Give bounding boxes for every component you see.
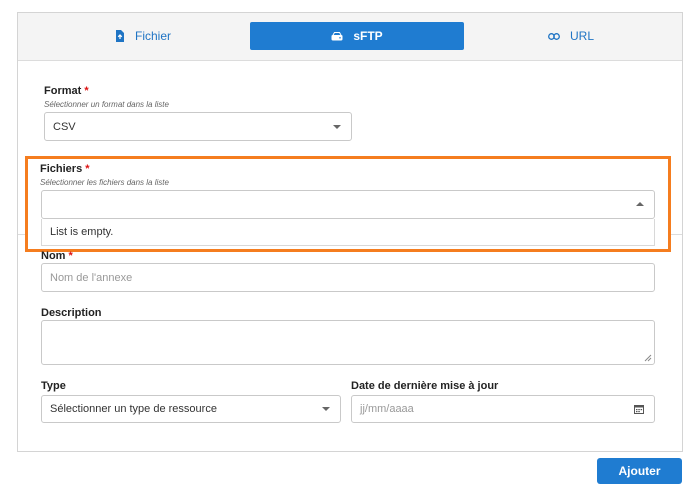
tab-fichier[interactable]: Fichier — [36, 22, 250, 50]
link-icon — [548, 32, 560, 40]
server-icon — [331, 31, 343, 41]
tab-fichier-label: Fichier — [134, 29, 171, 43]
format-hint: Sélectionner un format dans la liste — [44, 100, 169, 109]
type-select[interactable]: Sélectionner un type de ressource — [41, 395, 341, 423]
format-select-value: CSV — [53, 120, 76, 133]
type-label: Type — [41, 380, 66, 392]
description-label: Description — [41, 307, 102, 319]
fichiers-select[interactable] — [41, 190, 655, 219]
format-label-text: Format — [44, 85, 82, 97]
source-tabbar: Fichier sFTP URL — [18, 13, 682, 61]
add-button[interactable]: Ajouter — [597, 458, 682, 484]
format-label: Format * — [44, 85, 89, 97]
date-label: Date de dernière mise à jour — [351, 380, 499, 392]
description-textarea[interactable] — [41, 320, 655, 365]
nom-label: Nom * — [41, 250, 73, 262]
format-select[interactable]: CSV — [44, 112, 352, 141]
required-marker: * — [84, 85, 89, 97]
nom-input-placeholder: Nom de l'annexe — [50, 271, 133, 284]
tab-sftp-label: sFTP — [353, 29, 383, 43]
empty-list-message: List is empty. — [50, 226, 114, 238]
chevron-down-icon — [322, 407, 330, 411]
fichiers-dropdown-list: List is empty. — [41, 219, 655, 246]
required-marker: * — [85, 163, 90, 175]
resize-grip-icon[interactable] — [644, 354, 652, 362]
date-input-placeholder: jj/mm/aaaa — [360, 403, 414, 415]
calendar-icon[interactable] — [634, 404, 644, 414]
date-input[interactable]: jj/mm/aaaa — [351, 395, 655, 423]
required-marker: * — [68, 250, 73, 262]
nom-label-text: Nom — [41, 250, 66, 262]
fichiers-label: Fichiers * — [40, 163, 90, 175]
chevron-up-icon — [636, 201, 644, 206]
tab-sftp[interactable]: sFTP — [250, 22, 464, 50]
fichiers-label-text: Fichiers — [40, 163, 83, 175]
fichiers-hint: Sélectionner les fichiers dans la liste — [40, 178, 169, 187]
chevron-down-icon — [333, 124, 341, 129]
tab-url[interactable]: URL — [464, 22, 678, 50]
nom-input[interactable]: Nom de l'annexe — [41, 263, 655, 292]
file-upload-icon — [115, 30, 125, 42]
tab-url-label: URL — [569, 29, 594, 43]
type-select-placeholder: Sélectionner un type de ressource — [50, 403, 217, 415]
